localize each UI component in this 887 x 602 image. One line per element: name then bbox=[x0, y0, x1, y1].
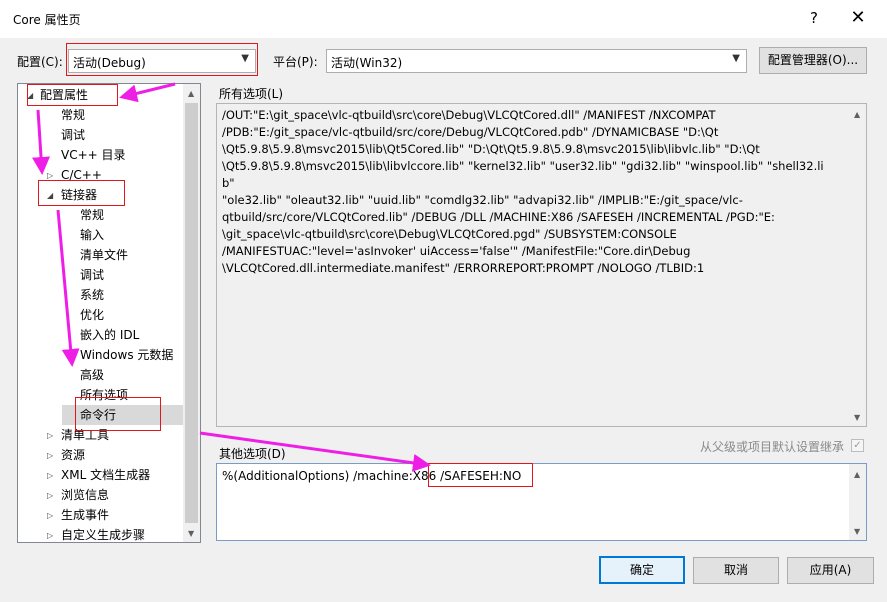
annotation-arrows bbox=[32, 82, 431, 472]
annotation-arrow bbox=[119, 82, 176, 103]
annotation-arrow bbox=[56, 209, 80, 367]
annotation-arrow bbox=[199, 431, 431, 472]
annotation-arrow bbox=[32, 109, 51, 175]
